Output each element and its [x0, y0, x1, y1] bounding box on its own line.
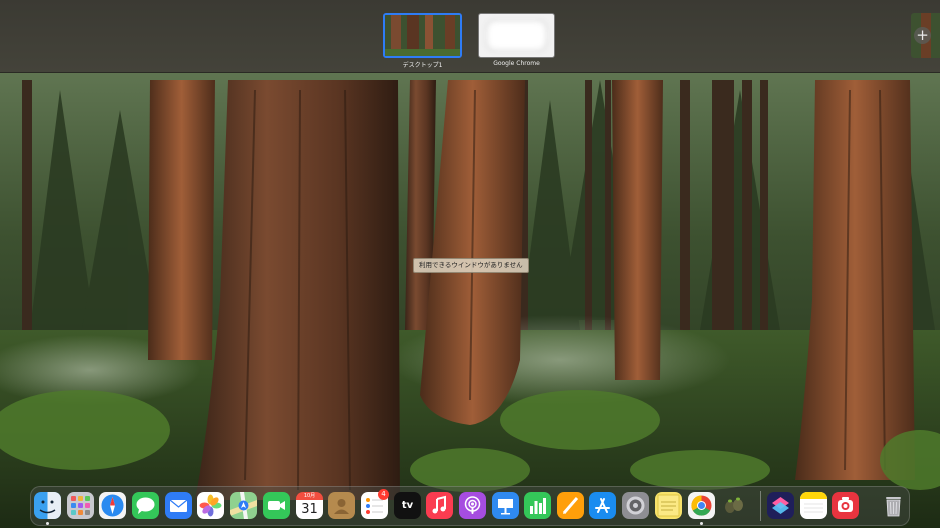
keynote-icon[interactable] [492, 492, 519, 519]
system-settings-icon[interactable] [622, 492, 649, 519]
finder-running-indicator [46, 522, 49, 525]
app-store-icon[interactable] [589, 492, 616, 519]
space-label-desktop-1: デスクトップ1 [402, 62, 443, 69]
calendar-day: 31 [296, 500, 323, 519]
safari-icon[interactable] [99, 492, 126, 519]
stickies-icon[interactable] [655, 492, 682, 519]
chrome-running-indicator [700, 522, 703, 525]
photos-icon[interactable] [197, 492, 224, 519]
spaces-bar [0, 0, 940, 73]
contacts-icon[interactable] [328, 492, 355, 519]
calendar-icon[interactable]: 10月 31 [296, 492, 323, 519]
script-editor-icon[interactable] [720, 492, 747, 519]
reminders-badge: 4 [378, 489, 389, 500]
chrome-window-preview [485, 19, 548, 52]
messages-icon[interactable] [132, 492, 159, 519]
maps-icon[interactable] [230, 492, 257, 519]
trash-icon[interactable] [880, 492, 907, 519]
mail-icon[interactable] [165, 492, 192, 519]
no-windows-message: 利用できるウインドウがありません [413, 258, 529, 273]
facetime-icon[interactable] [263, 492, 290, 519]
pages-icon[interactable] [557, 492, 584, 519]
notes-icon[interactable] [800, 492, 827, 519]
music-icon[interactable] [426, 492, 453, 519]
tv-label: tv [401, 500, 414, 511]
podcasts-icon[interactable] [459, 492, 486, 519]
chrome-icon[interactable] [688, 492, 715, 519]
finder-icon[interactable] [34, 492, 61, 519]
dock-separator [760, 491, 761, 521]
space-label-chrome: Google Chrome [493, 60, 540, 67]
shortcuts-icon[interactable] [767, 492, 794, 519]
photo-booth-icon[interactable] [832, 492, 859, 519]
launchpad-icon[interactable] [67, 492, 94, 519]
space-thumbnail-desktop-1[interactable] [383, 13, 462, 58]
desktop-preview-image [385, 15, 460, 56]
space-thumbnail-chrome[interactable] [478, 13, 555, 58]
calendar-month: 10月 [296, 492, 323, 500]
numbers-icon[interactable] [524, 492, 551, 519]
add-space-button[interactable]: + [914, 27, 931, 44]
tv-icon[interactable]: tv [394, 492, 421, 519]
